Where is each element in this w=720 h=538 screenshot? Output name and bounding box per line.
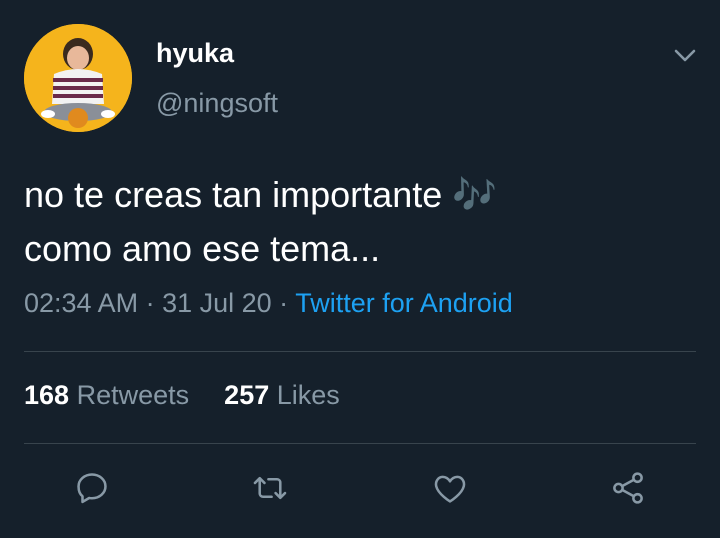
tweet-time: 02:34 AM [24,288,139,318]
user-handle[interactable]: @ningsoft [156,88,278,119]
chevron-down-icon[interactable] [672,42,698,68]
divider [24,351,696,352]
display-name[interactable]: hyuka [156,38,234,69]
reply-button[interactable] [70,466,114,510]
like-count: 257 [224,380,270,410]
tweet-text: no te creas tan importante 🎶 como amo es… [24,168,694,276]
share-button[interactable] [606,466,650,510]
tweet-stats: 168 Retweets 257 Likes [24,380,340,411]
meta-separator: · [271,288,296,318]
retweets-label: Retweets [76,380,190,410]
avatar[interactable] [24,24,132,132]
music-notes-emoji: 🎶 [452,174,498,215]
tweet-meta: 02:34 AM · 31 Jul 20 · Twitter for Andro… [24,288,513,319]
like-button[interactable] [428,466,472,510]
divider [24,443,696,444]
retweets-stat[interactable]: 168 Retweets [24,380,189,410]
likes-label: Likes [276,380,340,410]
tweet-line-2: como amo ese tema... [24,228,381,269]
tweet-source-link[interactable]: Twitter for Android [295,288,513,318]
retweet-count: 168 [24,380,70,410]
tweet-date: 31 Jul 20 [162,288,272,318]
like-icon [434,475,466,503]
meta-separator: · [138,288,163,318]
tweet-line-1: no te creas tan importante 🎶 [24,168,694,222]
likes-stat[interactable]: 257 Likes [224,380,340,410]
avatar-image [24,24,132,132]
tweet-line-1-text: no te creas tan importante [24,174,443,215]
retweet-button[interactable] [248,466,292,510]
share-icon [613,472,643,504]
reply-icon [77,473,107,504]
retweet-icon [253,476,287,500]
